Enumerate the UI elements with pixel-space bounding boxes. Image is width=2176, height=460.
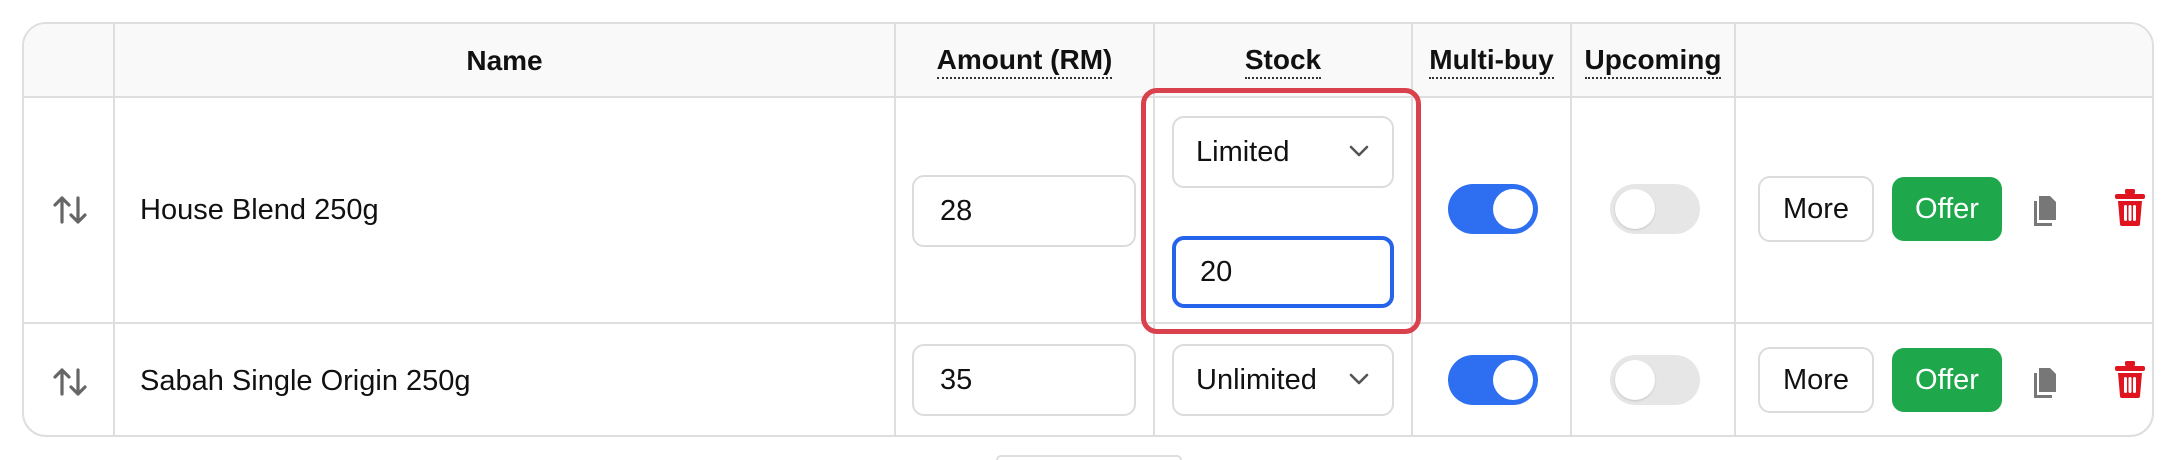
table-header: Name Amount (RM) Stock Multi-buy Upcomin… — [24, 24, 2152, 98]
amount-input[interactable]: 35 — [912, 344, 1136, 416]
offer-button[interactable]: Offer — [1892, 348, 2002, 412]
column-header-amount[interactable]: Amount (RM) — [896, 24, 1153, 98]
product-name: House Blend 250g — [140, 193, 379, 226]
column-header-name: Name — [466, 45, 543, 76]
copy-icon[interactable] — [2030, 189, 2066, 229]
more-button[interactable]: More — [1758, 176, 1874, 242]
multi-buy-toggle[interactable] — [1448, 355, 1538, 405]
table-row: House Blend 250g 28 Limited 20 More Offe… — [24, 98, 2152, 324]
drag-handle[interactable] — [50, 98, 90, 322]
amount-input[interactable]: 28 — [912, 175, 1136, 247]
drag-handle[interactable] — [50, 324, 90, 435]
column-header-multi-buy[interactable]: Multi-buy — [1413, 24, 1570, 98]
copy-icon[interactable] — [2030, 361, 2066, 401]
trash-icon[interactable] — [2112, 359, 2148, 399]
stock-mode-select[interactable]: Unlimited — [1172, 344, 1394, 416]
pagination-stub — [996, 455, 1182, 460]
upcoming-toggle[interactable] — [1610, 184, 1700, 234]
product-name: Sabah Single Origin 250g — [140, 365, 471, 397]
sort-arrows-icon[interactable] — [50, 362, 90, 402]
trash-icon[interactable] — [2112, 187, 2148, 227]
column-header-upcoming[interactable]: Upcoming — [1572, 24, 1734, 98]
stock-mode-select[interactable]: Limited — [1172, 116, 1394, 188]
offer-button[interactable]: Offer — [1892, 177, 2002, 241]
more-button[interactable]: More — [1758, 347, 1874, 413]
table-row: Sabah Single Origin 250g 35 Unlimited Mo… — [24, 324, 2152, 435]
chevron-down-icon — [1349, 373, 1369, 385]
upcoming-toggle[interactable] — [1610, 355, 1700, 405]
stock-quantity-input[interactable]: 20 — [1172, 236, 1394, 308]
sort-arrows-icon[interactable] — [50, 190, 90, 230]
products-table: Name Amount (RM) Stock Multi-buy Upcomin… — [22, 22, 2154, 437]
multi-buy-toggle[interactable] — [1448, 184, 1538, 234]
column-header-stock[interactable]: Stock — [1155, 24, 1411, 98]
chevron-down-icon — [1349, 145, 1369, 157]
